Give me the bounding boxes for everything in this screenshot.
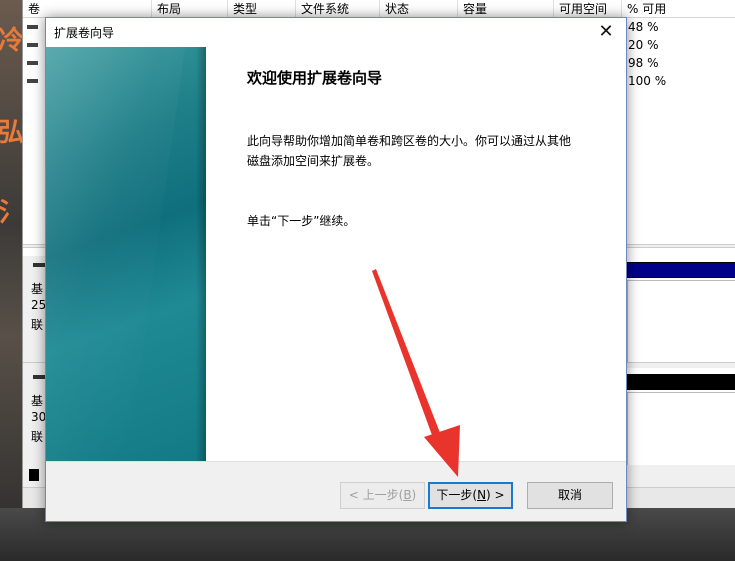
column-free-space[interactable]: 可用空间 [554, 0, 622, 18]
disk-size: 30 [31, 410, 47, 424]
desktop-glyph: 氵 [0, 198, 25, 228]
desktop-background: 冷 弘 氵 [0, 0, 25, 561]
disk-type: 基 [31, 282, 44, 296]
disk-size: 25 [31, 298, 47, 312]
back-button-prefix: < 上一步( [348, 488, 404, 502]
column-filesystem[interactable]: 文件系统 [296, 0, 380, 18]
close-icon[interactable]: ✕ [586, 18, 626, 47]
column-type[interactable]: 类型 [228, 0, 296, 18]
percent-free-value: 48 % [628, 20, 659, 34]
wizard-side-banner [46, 47, 206, 461]
drive-icon [27, 25, 38, 29]
column-percent-free[interactable]: % 可用 [622, 0, 735, 18]
column-volume[interactable]: 卷 [23, 0, 152, 18]
next-button-prefix: 下一步( [436, 488, 478, 502]
banner-fold [196, 47, 206, 461]
next-button-suffix: ) > [486, 488, 505, 502]
disk-status: 联 [31, 318, 44, 332]
column-layout[interactable]: 布局 [152, 0, 228, 18]
drive-icon [27, 79, 38, 83]
drive-icon [27, 61, 38, 65]
wizard-description-line-2: 磁盘添加空间来扩展卷。 [247, 154, 380, 168]
desktop-glyph: 冷 [0, 26, 25, 56]
disk-icon [33, 263, 45, 267]
wizard-title: 扩展卷向导 [54, 26, 115, 40]
drive-icon [27, 43, 38, 47]
column-capacity[interactable]: 容量 [458, 0, 554, 18]
cancel-button[interactable]: 取消 [527, 482, 613, 509]
desktop-glyph: 弘 [0, 118, 25, 148]
wizard-next-hint: 单击“下一步”继续。 [247, 214, 356, 228]
wizard-heading: 欢迎使用扩展卷向导 [247, 69, 383, 87]
back-button[interactable]: < 上一步(B) [340, 482, 425, 509]
partition-header-bar [627, 262, 735, 278]
wizard-description-line-1: 此向导帮助你增加简单卷和跨区卷的大小。你可以通过从其他 [247, 134, 572, 148]
next-button[interactable]: 下一步(N) > [428, 482, 513, 509]
wizard-titlebar[interactable]: 扩展卷向导 ✕ [46, 18, 626, 47]
percent-free-value: 100 % [628, 74, 667, 88]
next-button-accesskey: N [477, 488, 487, 502]
disk-type: 基 [31, 394, 44, 408]
partition-area[interactable] [627, 392, 735, 476]
unallocated-swatch [29, 469, 39, 481]
column-status[interactable]: 状态 [380, 0, 458, 18]
disk-icon [33, 375, 45, 379]
disk-status: 联 [31, 430, 44, 444]
percent-free-value: 98 % [628, 56, 659, 70]
percent-free-value: 20 % [628, 38, 659, 52]
back-button-suffix: ) [411, 488, 417, 502]
volume-list-header: 卷 布局 类型 文件系统 状态 容量 可用空间 % 可用 [23, 0, 735, 18]
partition-area[interactable] [627, 280, 735, 364]
back-button-accesskey: B [403, 488, 412, 502]
partition-header-bar [627, 374, 735, 390]
banner-sheen [46, 47, 186, 461]
extend-volume-wizard: 扩展卷向导 ✕ 欢迎使用扩展卷向导 此向导帮助你增加简单卷和跨区卷的大小。你可以… [45, 17, 627, 522]
wizard-button-bar: < 上一步(B) 下一步(N) > 取消 [46, 461, 626, 521]
